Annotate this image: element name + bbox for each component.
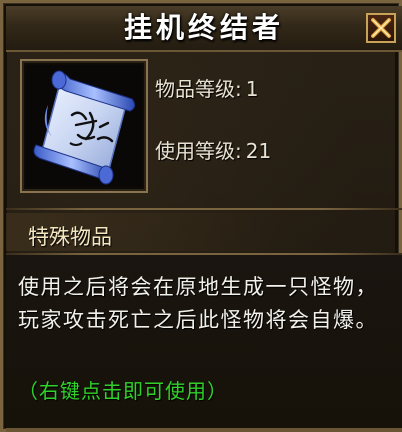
item-icon-frame[interactable] bbox=[20, 59, 148, 193]
use-level-stat: 使用等级: 21 bbox=[155, 135, 271, 164]
item-level-value: 1 bbox=[245, 77, 259, 101]
category-bar: 特殊物品 bbox=[6, 213, 402, 251]
use-level-value: 21 bbox=[245, 139, 272, 163]
item-level-stat: 物品等级: 1 bbox=[155, 73, 258, 102]
item-level-label: 物品等级: bbox=[155, 77, 242, 101]
usage-hint: （右键点击即可使用） bbox=[18, 379, 228, 403]
item-category: 特殊物品 bbox=[28, 225, 112, 249]
close-button[interactable] bbox=[366, 13, 396, 43]
item-description: 使用之后将会在原地生成一只怪物，玩家攻击死亡之后此怪物将会自爆。 bbox=[18, 275, 378, 332]
divider-top bbox=[6, 208, 402, 210]
window-title: 挂机终结者 bbox=[123, 11, 284, 44]
title-bar: 挂机终结者 bbox=[6, 6, 402, 52]
description-box: 使用之后将会在原地生成一只怪物，玩家攻击死亡之后此怪物将会自爆。 （右键点击即可… bbox=[6, 255, 402, 432]
scroll-icon bbox=[26, 65, 142, 187]
close-x-icon bbox=[371, 18, 391, 38]
use-level-label: 使用等级: bbox=[155, 139, 242, 163]
item-tooltip-window: 挂机终结者 物品等级: 1 使用等级: 21 特殊物品 使用之后将会在原地生成一… bbox=[0, 0, 402, 432]
bottom-border bbox=[6, 428, 402, 432]
